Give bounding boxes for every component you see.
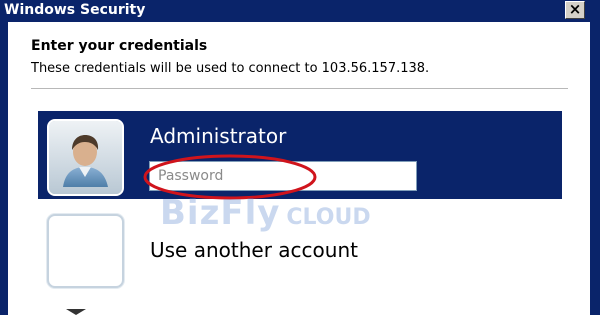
- window-title: Windows Security: [4, 2, 146, 18]
- user-name: Administrator: [150, 124, 287, 148]
- blank-avatar-icon: [47, 214, 124, 288]
- dialog-subheading: These credentials will be used to connec…: [31, 61, 430, 76]
- avatar: [47, 119, 124, 196]
- user-avatar-icon: [49, 121, 122, 194]
- title-bar[interactable]: Windows Security ×: [0, 0, 600, 22]
- close-button[interactable]: ×: [565, 1, 585, 19]
- dialog-heading: Enter your credentials: [31, 38, 208, 54]
- password-field[interactable]: [149, 161, 417, 191]
- close-icon: ×: [568, 0, 582, 18]
- divider: [31, 88, 568, 89]
- window-border-right: [590, 22, 600, 315]
- chevron-down-icon: [66, 309, 86, 315]
- use-another-account-label: Use another account: [150, 238, 358, 262]
